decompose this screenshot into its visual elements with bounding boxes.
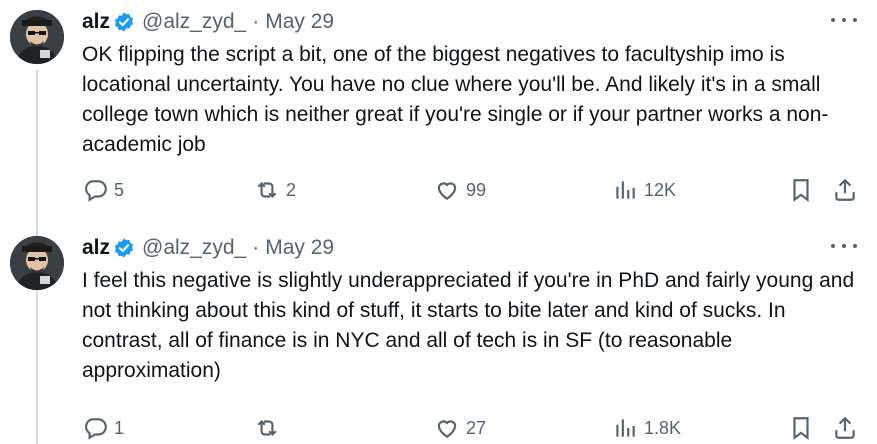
tweet-actions: 1 27 1.8K (82, 414, 862, 442)
reply-button[interactable]: 5 (82, 176, 124, 204)
views-count: 1.8K (644, 417, 682, 438)
reply-icon (85, 418, 107, 440)
heart-icon (437, 420, 457, 438)
tweet-actions: 5 2 99 12K (82, 176, 862, 204)
like-count: 27 (466, 417, 487, 438)
like-button[interactable]: 99 (434, 176, 486, 204)
verified-badge-icon (114, 238, 134, 258)
views-button[interactable]: 12K (612, 176, 676, 204)
thread: alz @alz_zyd_ · May 29 OK flipping the s… (0, 0, 877, 444)
avatar[interactable] (10, 10, 64, 64)
repost-icon (257, 181, 277, 199)
tweet-text: I feel this negative is slightly underap… (82, 269, 855, 382)
more-icon[interactable] (831, 10, 857, 30)
reply-button[interactable]: 1 (82, 414, 124, 442)
reply-count: 5 (114, 179, 125, 200)
tweet-header: alz @alz_zyd_ · May 29 (82, 8, 334, 36)
reply-count: 1 (114, 417, 125, 438)
separator: · (252, 10, 260, 33)
repost-button[interactable]: 2 (254, 176, 296, 204)
tweet[interactable]: alz @alz_zyd_ · May 29 OK flipping the s… (0, 0, 877, 226)
repost-icon (257, 419, 277, 437)
bookmark-icon (793, 417, 809, 440)
share-button[interactable] (832, 176, 858, 204)
tweet-date[interactable]: May 29 (265, 10, 334, 34)
author-handle[interactable]: @alz_zyd_ (142, 236, 246, 260)
author-name[interactable]: alz (82, 10, 110, 34)
tweet-date[interactable]: May 29 (265, 236, 334, 260)
tweet-text: OK flipping the script a bit, one of the… (82, 43, 829, 156)
bookmark-icon (793, 179, 809, 202)
bookmark-button[interactable] (788, 176, 814, 204)
author-name[interactable]: alz (82, 236, 110, 260)
reply-icon (85, 180, 107, 202)
views-icon (616, 181, 635, 199)
views-icon (616, 419, 635, 437)
bookmark-button[interactable] (788, 414, 814, 442)
repost-count: 2 (286, 179, 297, 200)
share-icon (835, 178, 855, 201)
author-handle[interactable]: @alz_zyd_ (142, 10, 246, 34)
avatar-image (10, 236, 64, 290)
like-button[interactable]: 27 (434, 414, 486, 442)
views-count: 12K (644, 179, 677, 200)
share-icon (835, 416, 855, 439)
heart-icon (437, 182, 457, 200)
repost-button[interactable] (254, 414, 286, 442)
tweet-header: alz @alz_zyd_ · May 29 (82, 234, 334, 262)
more-icon[interactable] (831, 236, 857, 256)
verified-badge-icon (114, 12, 134, 32)
share-button[interactable] (832, 414, 858, 442)
separator: · (252, 236, 260, 259)
avatar[interactable] (10, 236, 64, 290)
views-button[interactable]: 1.8K (612, 414, 681, 442)
tweet[interactable]: alz @alz_zyd_ · May 29 I feel this negat… (0, 226, 877, 444)
like-count: 99 (466, 179, 487, 200)
avatar-image (10, 10, 64, 64)
